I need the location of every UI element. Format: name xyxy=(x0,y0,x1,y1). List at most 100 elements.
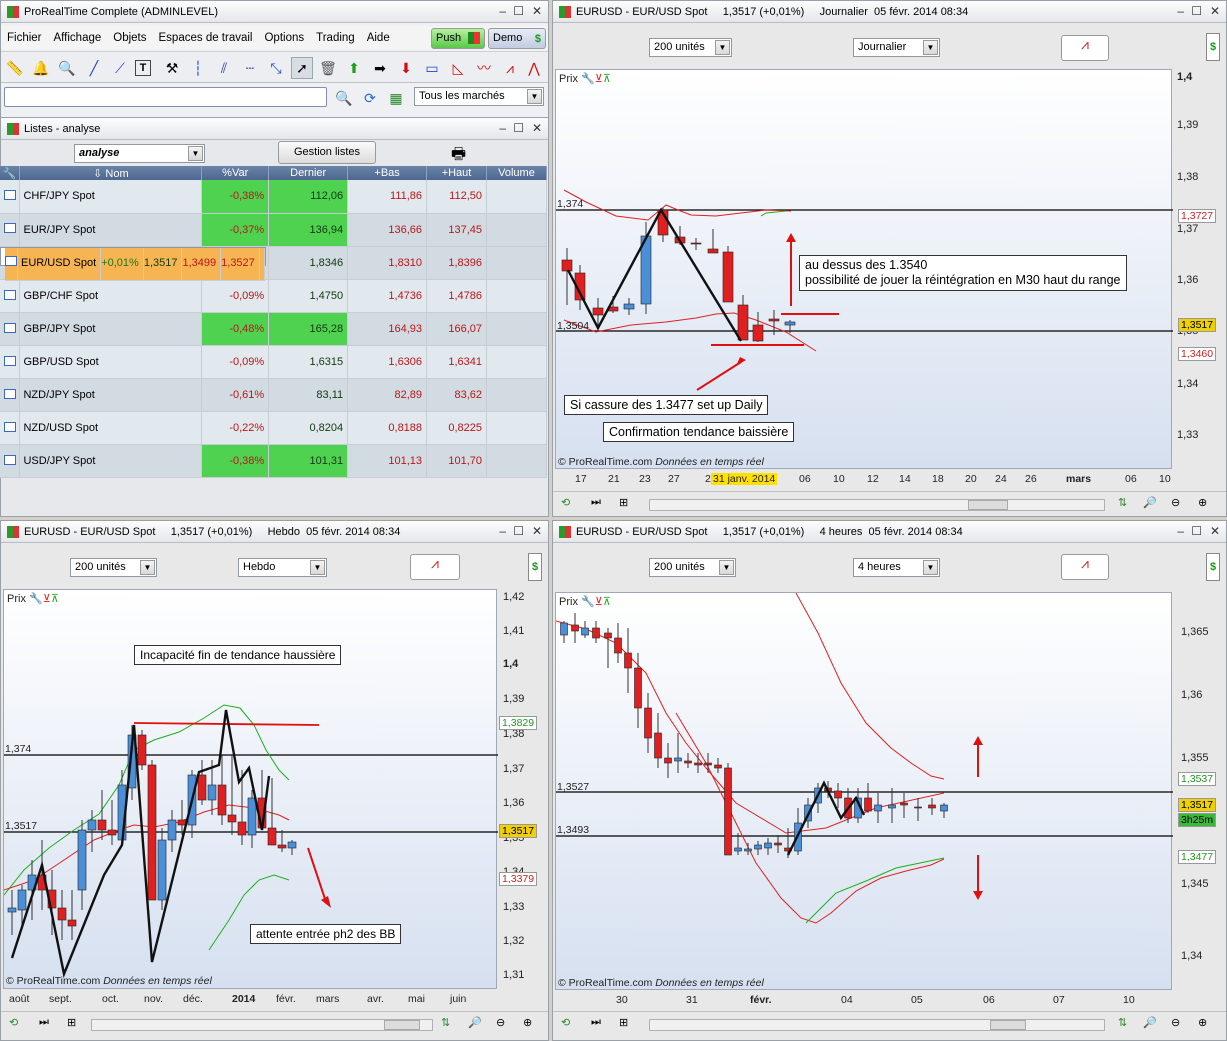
indicators-button[interactable]: ⩘ xyxy=(1061,554,1109,580)
wrench-icon[interactable]: 🔧 xyxy=(581,596,595,608)
table-row[interactable]: GBP/CHF Spot -0,09% 1,4750 1,4736 1,4786 xyxy=(0,279,547,313)
trendline-icon[interactable]: ⟋ xyxy=(109,57,131,79)
period-select[interactable]: Hebdo ▼ xyxy=(238,558,327,577)
col-bas[interactable]: +Bas xyxy=(347,166,428,180)
replay-icon[interactable]: ⏭ xyxy=(591,496,601,509)
table-row[interactable]: GBP/JPY Spot -0,48% 165,28 164,93 166,07 xyxy=(0,312,547,346)
zoom-fit-icon[interactable]: 🔎 xyxy=(1143,1016,1157,1029)
auto-scale-icon[interactable]: ⇅ xyxy=(1118,1016,1127,1029)
indicators-button[interactable]: ⩘ xyxy=(1061,35,1109,61)
indicators-button[interactable]: ⩘ xyxy=(410,554,460,580)
push-side-icon[interactable]: $ xyxy=(528,553,542,581)
menu-fichier[interactable]: Fichier xyxy=(7,32,42,44)
text-tool-icon[interactable]: T xyxy=(135,60,151,76)
menu-espaces[interactable]: Espaces de travail xyxy=(159,32,253,44)
down-icon[interactable]: ⊻ xyxy=(595,73,603,85)
close-icon[interactable]: ✕ xyxy=(532,121,542,135)
table-row[interactable]: GBP/USD Spot -0,09% 1,6315 1,6306 1,6341 xyxy=(0,345,547,379)
close-icon[interactable]: ✕ xyxy=(1210,524,1220,538)
daily-scrollbar[interactable] xyxy=(649,499,1105,511)
table-row[interactable]: USD/JPY Spot -0,38% 101,31 101,13 101,70 xyxy=(0,444,547,478)
zoom-out-icon[interactable]: ⊖ xyxy=(1171,1016,1180,1029)
weekly-scrollbar[interactable] xyxy=(91,1019,433,1031)
col-haut[interactable]: +Haut xyxy=(426,166,487,180)
pattern-icon[interactable]: ⩘ xyxy=(499,57,521,79)
scroll-thumb[interactable] xyxy=(384,1020,420,1030)
table-row[interactable]: EUR/USD Spot +0,01% 1,3517 1,3499 1,3527 xyxy=(0,246,266,281)
h4-chart-area[interactable] xyxy=(555,592,1173,990)
down-arrow-icon[interactable]: ⬇ xyxy=(395,57,417,79)
zoom-in-icon[interactable]: ⊕ xyxy=(1198,1016,1207,1029)
minimize-icon[interactable]: – xyxy=(1177,4,1184,18)
triangle-icon[interactable]: ◺ xyxy=(447,57,469,79)
zoom-icon[interactable]: 🔍 xyxy=(56,57,78,79)
horizontal-line-icon[interactable]: ┄ xyxy=(239,57,261,79)
wave-icon[interactable]: 〰 xyxy=(473,57,495,79)
replay-icon[interactable]: ⏭ xyxy=(39,1016,49,1029)
menu-options[interactable]: Options xyxy=(264,32,304,44)
chart-settings-icon[interactable]: ⟲ xyxy=(561,1016,570,1029)
menu-affichage[interactable]: Affichage xyxy=(54,32,102,44)
cursor-icon[interactable]: ➚ xyxy=(291,57,313,79)
replay-icon[interactable]: ⏭ xyxy=(591,1016,601,1029)
wrench-icon[interactable]: 🔧 xyxy=(581,73,595,85)
manage-lists-button[interactable]: Gestion listes xyxy=(278,141,376,164)
scroll-thumb[interactable] xyxy=(968,500,1008,510)
down-icon[interactable]: ⊻ xyxy=(43,593,51,605)
channel-icon[interactable]: ⫽ xyxy=(213,57,235,79)
col-var[interactable]: %Var xyxy=(201,166,270,180)
list-select[interactable]: analyse ▼ xyxy=(74,144,205,163)
vertical-line-icon[interactable]: ┆ xyxy=(187,57,209,79)
demo-button[interactable]: Demo $ xyxy=(488,28,546,49)
close-icon[interactable]: ✕ xyxy=(532,524,542,538)
menu-objets[interactable]: Objets xyxy=(113,32,146,44)
up-icon[interactable]: ⊼ xyxy=(603,596,611,608)
menu-aide[interactable]: Aide xyxy=(367,32,390,44)
zoom-out-icon[interactable]: ⊖ xyxy=(496,1016,505,1029)
col-dernier[interactable]: Dernier xyxy=(268,166,349,180)
units-select[interactable]: 200 unités ▼ xyxy=(649,558,736,577)
trash-icon[interactable]: 🗑 xyxy=(317,57,339,79)
symbol-search-input[interactable] xyxy=(4,87,327,107)
grid-icon[interactable]: ⊞ xyxy=(619,496,628,509)
wrench-icon[interactable]: 🔧 xyxy=(0,166,21,180)
maximize-icon[interactable]: ☐ xyxy=(513,121,524,135)
maximize-icon[interactable]: ☐ xyxy=(513,4,524,18)
push-side-icon[interactable]: $ xyxy=(1206,553,1220,581)
down-icon[interactable]: ⊻ xyxy=(595,596,603,608)
markets-select[interactable]: Tous les marchés ▼ xyxy=(414,87,544,106)
minimize-icon[interactable]: – xyxy=(499,121,506,135)
period-select[interactable]: 4 heures ▼ xyxy=(853,558,940,577)
zoom-out-icon[interactable]: ⊖ xyxy=(1171,496,1180,509)
maximize-icon[interactable]: ☐ xyxy=(1191,4,1202,18)
grid-icon[interactable]: ▦ xyxy=(385,87,407,109)
line-tool-icon[interactable]: ╱ xyxy=(83,57,105,79)
up-icon[interactable]: ⊼ xyxy=(51,593,59,605)
zoom-fit-icon[interactable]: 🔎 xyxy=(468,1016,482,1029)
table-row[interactable]: NZD/USD Spot -0,22% 0,8204 0,8188 0,8225 xyxy=(0,411,547,445)
up-icon[interactable]: ⊼ xyxy=(603,73,611,85)
units-select[interactable]: 200 unités ▼ xyxy=(70,558,157,577)
period-select[interactable]: Journalier ▼ xyxy=(853,38,940,57)
right-arrow-icon[interactable]: ➡ xyxy=(369,57,391,79)
chart-settings-icon[interactable]: ⟲ xyxy=(9,1016,18,1029)
search-icon[interactable]: 🔍 xyxy=(333,87,355,109)
units-select[interactable]: 200 unités ▼ xyxy=(649,38,732,57)
h4-scrollbar[interactable] xyxy=(649,1019,1105,1031)
table-row[interactable]: NZD/JPY Spot -0,61% 83,11 82,89 83,62 xyxy=(0,378,547,412)
menu-trading[interactable]: Trading xyxy=(316,32,355,44)
auto-scale-icon[interactable]: ⇅ xyxy=(441,1016,450,1029)
minimize-icon[interactable]: – xyxy=(499,524,506,538)
table-row[interactable]: EUR/JPY Spot -0,37% 136,94 136,66 137,45 xyxy=(0,213,547,247)
ruler-icon[interactable]: 📏 xyxy=(4,57,26,79)
col-nom[interactable]: ⇩ Nom xyxy=(19,166,203,180)
wrench-icon[interactable]: 🔧 xyxy=(29,593,43,605)
close-icon[interactable]: ✕ xyxy=(532,4,542,18)
zoom-in-icon[interactable]: ⊕ xyxy=(1198,496,1207,509)
hammer-icon[interactable]: ⚒ xyxy=(161,57,183,79)
fibonacci-icon[interactable]: ⤡ xyxy=(265,57,287,79)
auto-scale-icon[interactable]: ⇅ xyxy=(1118,496,1127,509)
minimize-icon[interactable]: – xyxy=(1177,524,1184,538)
zigzag-icon[interactable]: ⋀ xyxy=(523,57,545,79)
zoom-in-icon[interactable]: ⊕ xyxy=(523,1016,532,1029)
